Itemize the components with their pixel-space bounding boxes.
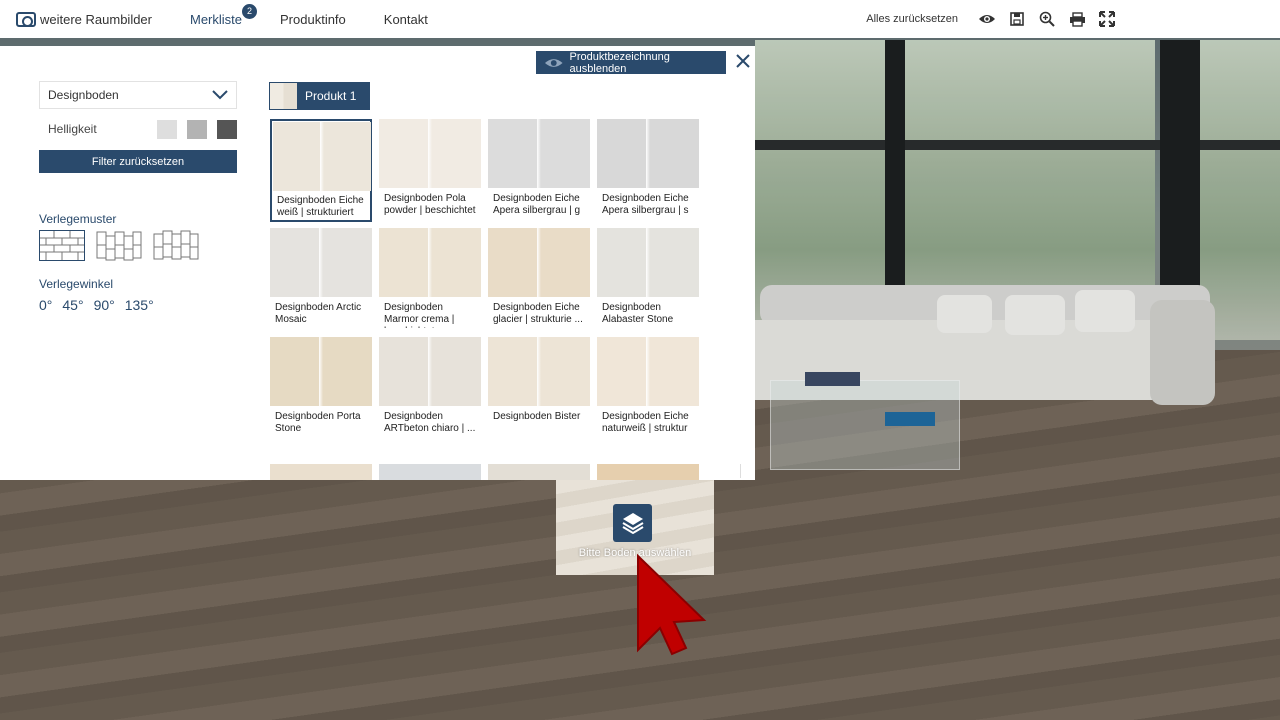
- hide-product-names-label: Produktbezeichnung ausblenden: [569, 50, 670, 75]
- save-icon[interactable]: [1002, 4, 1032, 34]
- reset-all-button[interactable]: Alles zurücksetzen: [866, 13, 958, 25]
- product-name: Designboden Alabaster Stone: [602, 302, 674, 325]
- angle-option[interactable]: 45°: [62, 297, 83, 313]
- product-name: Designboden Eiche Apera silbergrau | g .…: [493, 193, 581, 219]
- product-name: Designboden Eiche weiß | strukturiert: [277, 195, 364, 218]
- product-tile[interactable]: Designboden Eiche naturweiß | struktur .…: [597, 337, 699, 440]
- pointer-cursor-icon: [637, 553, 707, 656]
- product-info-label: Produktinfo: [280, 11, 346, 27]
- product-image: [270, 228, 372, 297]
- product-name: Designboden Eiche glacier | strukturie .…: [493, 302, 583, 325]
- product-name: Designboden ARTbeton chiaro | ...: [384, 411, 476, 434]
- product-tile[interactable]: [488, 464, 590, 480]
- product-tile[interactable]: Designboden Pola powder | beschichtet: [379, 119, 481, 222]
- product-name: Designboden Marmor crema | beschichtet .…: [384, 302, 455, 328]
- product-tile[interactable]: Designboden Bister: [488, 337, 590, 440]
- wishlist-link[interactable]: Merkliste 2: [190, 3, 258, 27]
- room-images-link[interactable]: weitere Raumbilder: [16, 11, 152, 27]
- product-image: [597, 228, 699, 297]
- fullscreen-icon[interactable]: [1092, 4, 1122, 34]
- product-image: [488, 119, 590, 188]
- product-name: Designboden Eiche naturweiß | struktur .…: [602, 411, 689, 437]
- contact-label: Kontakt: [383, 11, 428, 27]
- product-tile[interactable]: [597, 464, 699, 480]
- pattern-title: Verlegemuster: [39, 212, 117, 226]
- camera-icon: [16, 11, 36, 27]
- product-name: Designboden Porta Stone: [275, 411, 361, 434]
- product-image: [379, 228, 481, 297]
- product-image: [488, 464, 590, 480]
- wishlist-count-badge: 2: [242, 3, 258, 19]
- product-tile[interactable]: [270, 464, 372, 480]
- brightness-dark-swatch[interactable]: [217, 120, 237, 139]
- product-image: [379, 119, 481, 188]
- layers-icon[interactable]: [613, 504, 652, 542]
- angle-option[interactable]: 90°: [94, 297, 115, 313]
- eye-icon: [544, 58, 563, 67]
- pattern-staggered-icon[interactable]: [153, 230, 199, 261]
- product-tab-label: Produkt 1: [305, 89, 357, 103]
- product-image: [488, 337, 590, 406]
- filter-reset-button[interactable]: Filter zurücksetzen: [39, 150, 237, 173]
- product-tile[interactable]: Designboden Eiche glacier | strukturie .…: [488, 228, 590, 331]
- product-tile[interactable]: Designboden Eiche weiß | strukturiert: [270, 119, 372, 222]
- pattern-offset-icon[interactable]: [96, 230, 142, 261]
- product-tile[interactable]: [379, 464, 481, 480]
- product-tile[interactable]: Designboden Eiche Apera silbergrau | s .…: [597, 119, 699, 222]
- product-image: [597, 337, 699, 406]
- product-tile[interactable]: Designboden ARTbeton chiaro | ...: [379, 337, 481, 440]
- product-image: [270, 337, 372, 406]
- brightness-label: Helligkeit: [48, 122, 97, 136]
- close-icon[interactable]: [734, 52, 752, 70]
- top-toolbar: weitere Raumbilder Merkliste 2 Produktin…: [0, 0, 1280, 38]
- product-image: [379, 464, 481, 480]
- angle-option[interactable]: 0°: [39, 297, 52, 313]
- product-name: Designboden Pola powder | beschichtet: [384, 193, 476, 216]
- product-name: Designboden Arctic Mosaic: [275, 302, 362, 325]
- category-select[interactable]: Designboden: [39, 81, 237, 109]
- product-tab-thumbnail: [270, 83, 297, 109]
- product-tile[interactable]: Designboden Eiche Apera silbergrau | g .…: [488, 119, 590, 222]
- pattern-brick-icon[interactable]: [39, 230, 85, 261]
- product-image: [488, 228, 590, 297]
- product-image: [273, 122, 371, 191]
- product-image: [597, 119, 699, 188]
- product-selection-modal: Produktbezeichnung ausblenden Designbode…: [0, 46, 755, 480]
- product-tile[interactable]: Designboden Arctic Mosaic: [270, 228, 372, 331]
- product-tile[interactable]: Designboden Alabaster Stone: [597, 228, 699, 331]
- print-icon[interactable]: [1062, 4, 1092, 34]
- product-tile[interactable]: Designboden Porta Stone: [270, 337, 372, 440]
- product-info-link[interactable]: Produktinfo: [280, 12, 346, 27]
- product-tab[interactable]: Produkt 1: [269, 82, 370, 110]
- hide-product-names-button[interactable]: Produktbezeichnung ausblenden: [536, 50, 726, 75]
- contact-link[interactable]: Kontakt: [384, 12, 428, 27]
- product-image: [270, 464, 372, 480]
- product-image: [379, 337, 481, 406]
- room-images-label: weitere Raumbilder: [40, 11, 152, 27]
- angle-options: 0° 45° 90° 135°: [39, 297, 154, 313]
- product-name: Designboden Eiche Apera silbergrau | s .…: [602, 193, 689, 219]
- wishlist-label: Merkliste: [190, 11, 243, 27]
- zoom-in-icon[interactable]: [1032, 4, 1062, 34]
- product-image: [597, 464, 699, 480]
- brightness-medium-swatch[interactable]: [187, 120, 207, 139]
- product-name: Designboden Bister: [493, 411, 581, 422]
- eye-icon[interactable]: [972, 4, 1002, 34]
- filter-reset-label: Filter zurücksetzen: [91, 155, 185, 168]
- angle-option[interactable]: 135°: [125, 297, 154, 313]
- scrollbar[interactable]: [740, 464, 748, 478]
- angle-title: Verlegewinkel: [39, 277, 114, 291]
- product-tile[interactable]: Designboden Marmor crema | beschichtet .…: [379, 228, 481, 331]
- category-select-value: Designboden: [48, 88, 119, 102]
- toolbar-actions: Alles zurücksetzen: [866, 0, 1280, 38]
- brightness-light-swatch[interactable]: [157, 120, 177, 139]
- chevron-down-icon: [212, 90, 228, 100]
